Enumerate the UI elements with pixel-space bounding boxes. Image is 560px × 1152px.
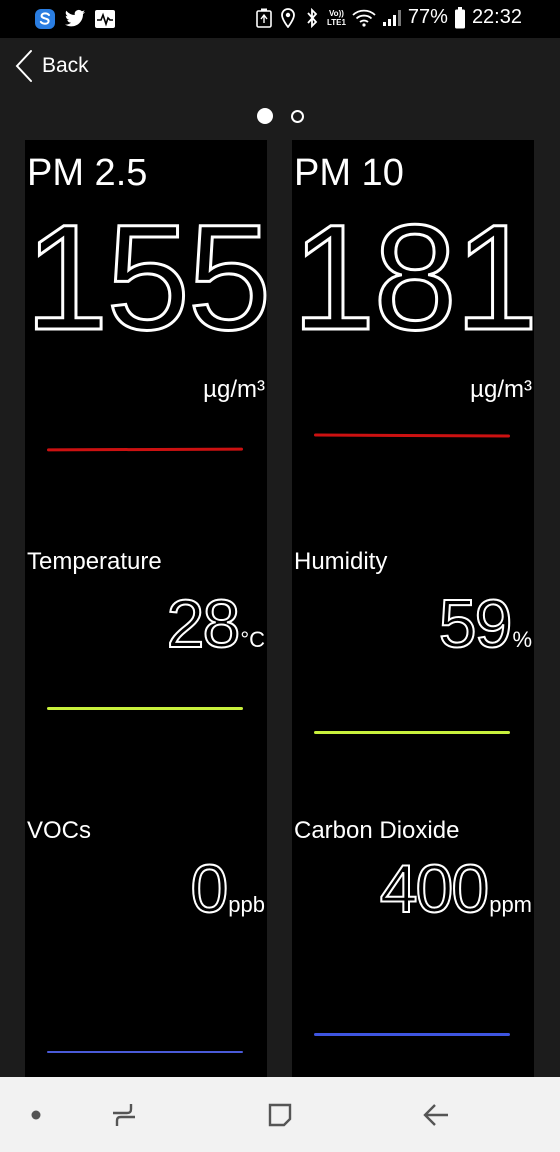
recycle-icon — [255, 8, 273, 28]
recent-dot-icon — [31, 1110, 41, 1119]
temperature-unit: °C — [240, 627, 265, 652]
pm25-value: 155 — [24, 193, 273, 361]
pm25-title: PM 2.5 — [27, 152, 148, 194]
humidity-value-group: 59 % — [438, 586, 532, 662]
vocs-value-group: 0 ppb — [189, 851, 265, 927]
pm10-value: 181 — [291, 193, 540, 361]
card-column-right: PM 10 181 µg/m³ Humidity 59 % Carbon Dio… — [291, 140, 540, 1077]
vocs-trend-line — [47, 1051, 243, 1053]
volte-indicator: Vo)) LTE1 — [327, 9, 346, 27]
humidity-value: 59 — [438, 586, 514, 662]
back-arrow-icon — [423, 1103, 448, 1126]
s-logo-icon — [34, 8, 56, 30]
twitter-icon — [64, 8, 86, 30]
card-column-left: PM 2.5 155 µg/m³ Temperature 28 °C VOCs … — [24, 140, 273, 1077]
humidity-title: Humidity — [294, 548, 388, 575]
temperature-value: 28 — [166, 586, 242, 662]
volte-label-top: Vo)) — [328, 8, 344, 18]
co2-trend-line — [314, 1033, 510, 1036]
volte-label-bottom: LTE1 — [326, 17, 346, 27]
home-icon — [268, 1103, 292, 1126]
back-label: Back — [42, 54, 89, 77]
page-dot-inactive[interactable] — [290, 109, 304, 123]
recents-icon — [113, 1103, 135, 1126]
co2-unit: ppm — [489, 892, 532, 917]
page-dot-active[interactable] — [256, 108, 273, 124]
temperature-trend-line — [47, 707, 243, 710]
pm10-trend-line — [313, 433, 511, 438]
back-button[interactable]: Back — [14, 48, 89, 84]
activity-icon — [94, 8, 116, 30]
pm25-trend-line — [46, 447, 244, 452]
bluetooth-icon — [303, 7, 321, 28]
home-button[interactable] — [240, 1077, 320, 1152]
status-bar: Vo)) LTE1 77% 22:32 — [0, 0, 560, 38]
temperature-value-group: 28 °C — [166, 586, 265, 662]
pm25-unit: µg/m³ — [203, 376, 265, 403]
battery-percent: 77% — [407, 6, 448, 28]
system-nav-bar — [0, 1077, 560, 1152]
notification-icons — [34, 8, 116, 30]
co2-title: Carbon Dioxide — [294, 817, 460, 844]
recents-button[interactable] — [84, 1077, 164, 1152]
recent-dot-button[interactable] — [0, 1077, 76, 1152]
co2-value: 400 — [379, 851, 490, 927]
vocs-unit: ppb — [228, 892, 265, 917]
pm10-title: PM 10 — [294, 152, 404, 194]
app-header: Back — [0, 38, 560, 100]
humidity-trend-line — [314, 731, 510, 734]
location-icon — [279, 7, 297, 28]
vocs-title: VOCs — [27, 817, 92, 844]
nav-back-button[interactable] — [396, 1077, 476, 1152]
chevron-left-icon — [15, 50, 32, 82]
co2-value-group: 400 ppm — [379, 851, 532, 927]
system-icons: Vo)) LTE1 77% 22:32 — [255, 6, 522, 29]
vocs-value: 0 — [189, 851, 229, 927]
signal-icon — [382, 8, 402, 28]
humidity-unit: % — [512, 627, 532, 652]
temperature-title: Temperature — [27, 548, 162, 575]
pm10-unit: µg/m³ — [470, 376, 532, 403]
wifi-icon — [352, 8, 376, 28]
clock: 22:32 — [471, 6, 522, 28]
battery-icon — [454, 6, 466, 28]
page-indicator — [0, 108, 560, 124]
